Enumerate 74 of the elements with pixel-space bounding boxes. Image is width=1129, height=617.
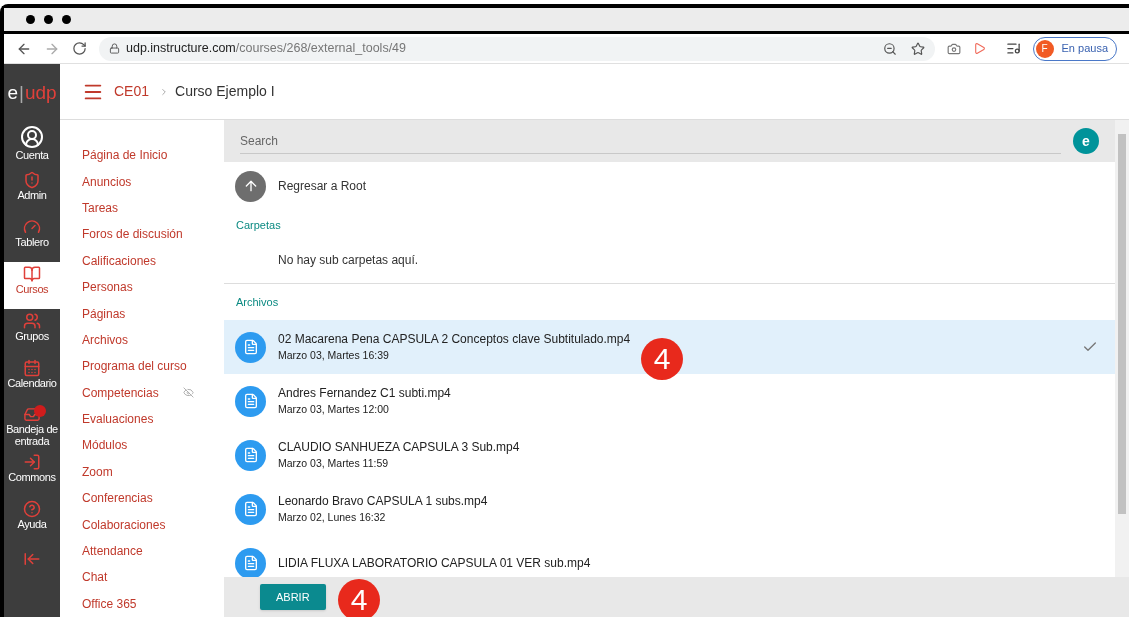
section-heading: Carpetas [235,218,282,233]
nav-item[interactable]: Tablero [4,215,60,262]
nav-item[interactable]: Cursos [4,262,60,309]
breadcrumb-current: Curso Ejemplo I [175,82,275,101]
file-name: CLAUDIO SANHUEZA CAPSULA 3 Sub.mp4 [278,439,520,457]
file-name: Andres Fernandez C1 subti.mp4 [278,385,451,403]
file-icon [242,501,259,517]
file-icon [242,555,259,571]
course-nav-link[interactable]: Módulos [82,436,128,455]
user-avatar[interactable]: e [1073,128,1099,154]
file-date: Marzo 02, Lunes 16:32 [278,510,386,526]
address-bar[interactable]: udp.instructure.com/courses/268/external_tools/49 [99,36,935,61]
nav-item[interactable]: Ayuda [4,497,60,544]
breadcrumb-link[interactable]: CE01 [114,81,150,102]
eye-off-icon [182,387,194,399]
empty-message: No hay sub carpetas aquí. [224,240,1115,284]
course-nav-link[interactable]: Calificaciones [82,251,157,270]
file-name: Leonardo Bravo CAPSULA 1 subs.mp4 [278,493,488,511]
search-field[interactable]: Search e [224,120,1115,162]
file-date: Marzo 03, Martes 12:00 [278,402,389,418]
lock-icon [109,43,120,54]
file-icon [242,393,259,409]
nav-item[interactable]: Admin [4,168,60,215]
course-nav-link[interactable]: Archivos [82,330,128,349]
collapse-icon[interactable] [23,550,41,568]
users-icon [23,312,41,330]
course-nav-link[interactable]: Zoom [82,462,113,481]
course-nav-link[interactable]: Chat [82,568,108,587]
file-icon [242,447,259,463]
url-host: udp.instructure.com [126,40,236,58]
course-nav-link[interactable]: Anuncios [82,172,132,191]
course-nav-link[interactable]: Página de Inicio [82,146,168,165]
nav-item[interactable]: Cuenta [4,122,60,168]
course-nav-link[interactable]: Competencias [82,383,194,402]
file-date: Marzo 03, Martes 16:39 [278,348,389,364]
nav-item[interactable]: Bandeja de entrada [4,403,60,450]
course-nav-link[interactable]: Foros de discusión [82,225,183,244]
nav-item[interactable]: Calendario [4,356,60,403]
calendar-icon [23,359,41,377]
star-icon[interactable] [910,41,925,56]
course-nav-link[interactable]: Tareas [82,198,119,217]
logo: e|udp [7,80,57,105]
playlist-icon[interactable] [1005,41,1021,56]
course-nav-link[interactable]: Personas [82,278,133,297]
url-path: /courses/268/external_tools/49 [235,40,407,58]
course-nav-link[interactable]: Páginas [82,304,126,323]
file-name: 02 Macarena Pena CAPSULA 2 Conceptos clave Subtitulado.mp4 [278,331,631,349]
reload-icon[interactable] [72,41,87,56]
book-icon [23,265,41,283]
shield-icon [23,171,41,189]
file-date: Marzo 03, Martes 11:59 [278,456,389,472]
unread-badge [34,405,46,417]
course-nav-link[interactable]: Attendance [82,542,143,561]
course-nav-link[interactable]: Evaluaciones [82,410,154,429]
course-nav-link[interactable]: Programa del curso [82,357,187,376]
gauge-icon [23,218,41,236]
camera-icon[interactable] [946,41,961,56]
open-button[interactable]: ABRIR [260,584,326,610]
nav-item[interactable]: Grupos [4,309,60,356]
file-name: LIDIA FLUXA LABORATORIO CAPSULA 01 VER sub.mp4 [278,555,591,572]
course-nav-link[interactable]: Colaboraciones [82,515,166,534]
user-avatar-icon [20,125,44,149]
course-nav-link[interactable]: Office 365 [82,594,137,613]
course-nav-link[interactable]: Conferencias [82,489,153,508]
back-to-root-item[interactable]: Regresar a Root [224,162,1115,210]
arrow-exit-icon [23,453,41,471]
section-heading: Archivos [235,295,280,310]
help-icon [23,500,41,518]
file-icon [242,339,259,355]
scrollbar[interactable] [1115,120,1129,577]
nav-item[interactable]: Commons [4,450,60,497]
profile-avatar: F [1035,39,1054,58]
play-icon[interactable] [972,42,986,55]
zoom-out-icon[interactable] [882,41,897,56]
